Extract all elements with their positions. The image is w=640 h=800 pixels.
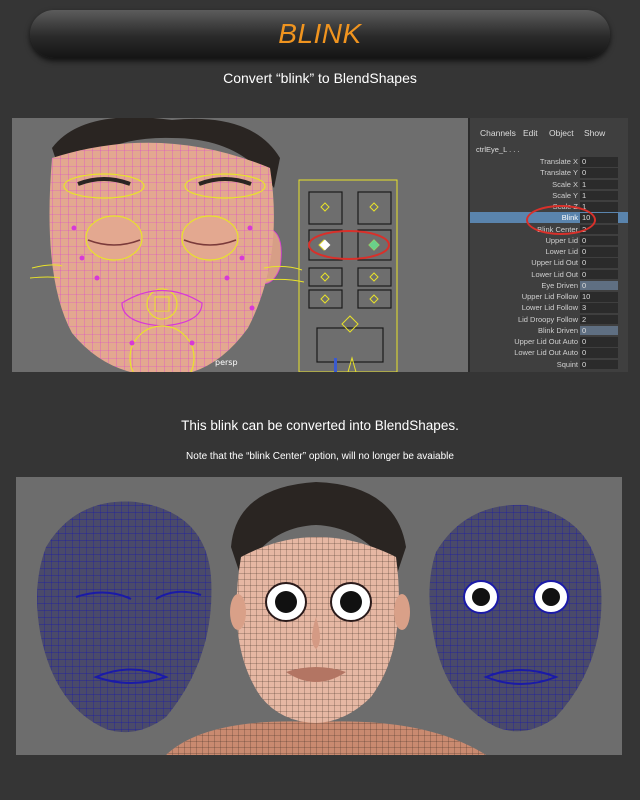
attribute-label: Translate X: [539, 157, 578, 166]
menu-edit[interactable]: Edit: [523, 128, 538, 138]
attribute-row-lower-lid-out[interactable]: Lower Lid Out 0: [470, 269, 628, 280]
attribute-value-field[interactable]: 2: [580, 314, 618, 324]
attribute-value-field[interactable]: 0: [580, 168, 618, 178]
attribute-row-translate-y[interactable]: Translate Y0: [470, 167, 628, 178]
attribute-value-field[interactable]: 0: [580, 247, 618, 257]
selected-node-name[interactable]: ctrlEye_L . . .: [476, 145, 520, 154]
blendshape-heads-render: [37, 482, 602, 755]
attribute-value-field[interactable]: 1: [580, 179, 618, 189]
attribute-row-scale-x[interactable]: Scale X1: [470, 179, 628, 190]
attribute-label: Squint: [556, 359, 578, 369]
channel-box-panel: Channels Edit Object Show ctrlEye_L . . …: [468, 118, 628, 372]
attribute-label: Lower Lid: [545, 247, 578, 256]
attribute-row-lid-droopy-follow[interactable]: Lid Droopy Follow 2: [470, 314, 628, 325]
attribute-value-field[interactable]: 0: [580, 235, 618, 246]
attribute-label: Translate Y: [540, 168, 578, 178]
attribute-label: Scale X: [552, 179, 578, 189]
attribute-row-upper-lid-out[interactable]: Upper Lid Out 0: [470, 257, 628, 268]
attribute-label: Upper Lid Out Auto: [514, 337, 578, 346]
menu-object[interactable]: Object: [549, 128, 574, 138]
note-text: Note that the “blink Center” option, wil…: [186, 451, 454, 462]
attribute-label: Scale Y: [552, 190, 578, 200]
attribute-value-field[interactable]: 0: [580, 157, 618, 167]
menu-show[interactable]: Show: [584, 128, 605, 138]
attribute-value-field[interactable]: 0: [580, 280, 618, 291]
attribute-row-eye-driven[interactable]: Eye Driven 0: [470, 280, 628, 291]
attribute-value-field[interactable]: 0: [580, 359, 618, 369]
attribute-value-field[interactable]: 10: [580, 292, 618, 302]
attribute-row-upper-lid-follow[interactable]: Upper Lid Follow 10: [470, 291, 628, 302]
maya-screenshot: persp Channels Edit Object Show ctrlEye_…: [12, 118, 628, 372]
attribute-label: Blink Driven: [537, 325, 578, 335]
attribute-row-scale-y[interactable]: Scale Y1: [470, 190, 628, 201]
perspective-viewport[interactable]: persp: [12, 118, 468, 372]
attribute-row-blink-driven[interactable]: Blink Driven 0: [470, 325, 628, 336]
attribute-label: Lower Lid Out: [531, 269, 578, 279]
attribute-value-field[interactable]: 0: [580, 258, 618, 268]
attribute-value-field[interactable]: 0: [580, 325, 618, 336]
attribute-row-upper-lid[interactable]: Upper Lid 0: [470, 235, 628, 246]
attribute-label: Upper Lid Follow: [521, 292, 578, 301]
attribute-value-field[interactable]: 3: [580, 303, 618, 313]
attribute-value-field[interactable]: 0: [580, 348, 618, 358]
channel-box-menu: Channels Edit Object Show: [470, 126, 628, 142]
attribute-value-field[interactable]: 0: [580, 269, 618, 279]
attribute-label: Lower Lid Out Auto: [514, 348, 578, 358]
attribute-row-squint[interactable]: Squint 0: [470, 359, 628, 370]
attribute-label: Eye Driven: [541, 280, 578, 290]
attribute-row-lower-lid[interactable]: Lower Lid 0: [470, 246, 628, 257]
page-title: BLINK: [278, 18, 362, 49]
section-heading-convert: Convert “blink” to BlendShapes: [223, 70, 417, 86]
attribute-label: Upper Lid Out: [531, 258, 578, 268]
attribute-label: Lower Lid Follow: [521, 303, 578, 313]
attribute-row-translate-x[interactable]: Translate X0: [470, 156, 628, 167]
attribute-label: Lid Droopy Follow: [517, 314, 578, 324]
blendshape-render-panel: [16, 477, 622, 755]
rigged-face-wireframe: [29, 118, 398, 372]
title-banner: BLINK: [30, 10, 610, 58]
attribute-value-field[interactable]: 1: [580, 190, 618, 201]
attribute-value-field[interactable]: 0: [580, 337, 618, 347]
section-heading-conversion: This blink can be converted into BlendSh…: [181, 418, 459, 433]
attribute-label: Upper Lid: [545, 235, 578, 245]
menu-channels[interactable]: Channels: [480, 128, 516, 138]
attribute-row-upper-lid-out-auto[interactable]: Upper Lid Out Auto 0: [470, 336, 628, 347]
attribute-row-lower-lid-follow[interactable]: Lower Lid Follow 3: [470, 302, 628, 313]
blink-center-highlight-circle: [526, 205, 596, 235]
viewport-camera-label: persp: [215, 358, 238, 367]
attribute-row-lower-lid-out-auto[interactable]: Lower Lid Out Auto 0: [470, 347, 628, 358]
